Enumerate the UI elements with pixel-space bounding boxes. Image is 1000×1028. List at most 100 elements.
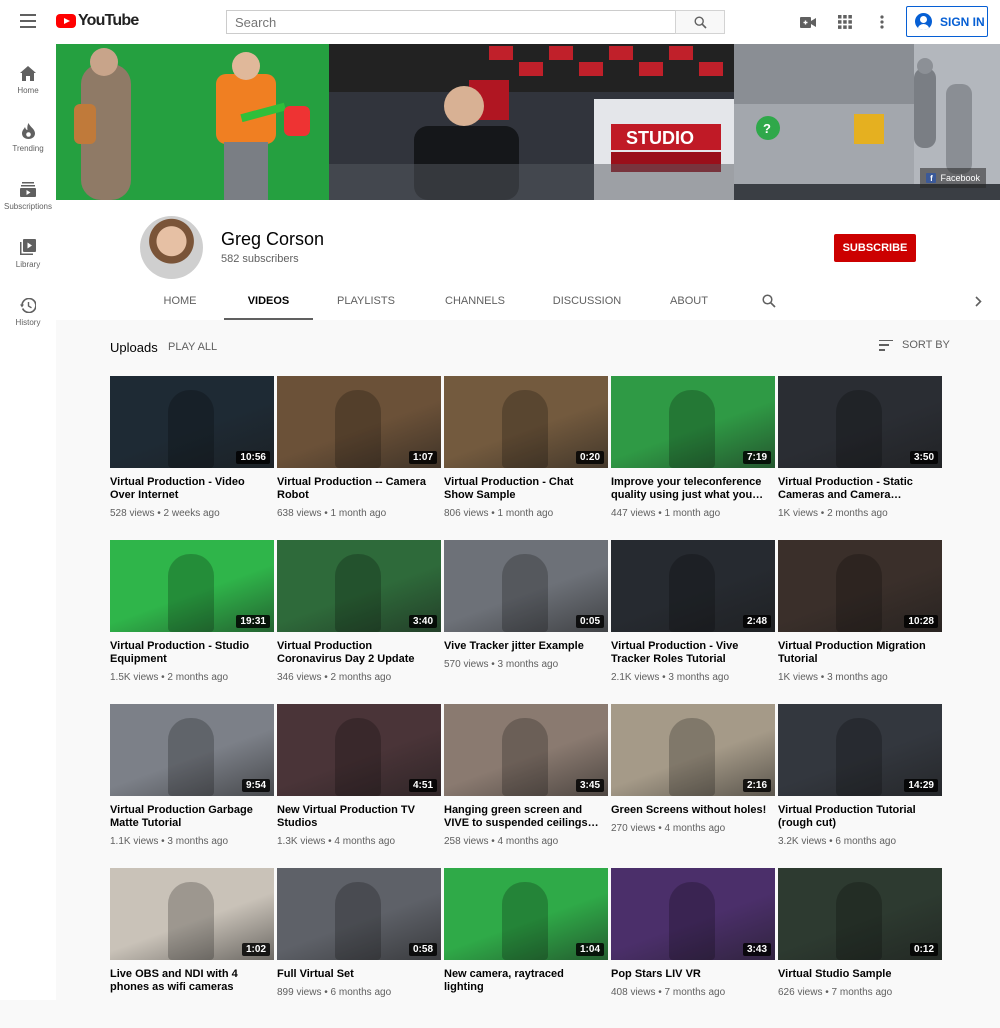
tab-videos[interactable]: VIDEOS <box>224 282 313 320</box>
video-card[interactable]: 9:54 Virtual Production Garbage Matte Tut… <box>110 704 274 864</box>
video-title[interactable]: Virtual Production Tutorial (rough cut) <box>778 804 938 830</box>
tab-about[interactable]: ABOUT <box>669 282 709 320</box>
video-title[interactable]: Virtual Production -- Camera Robot <box>277 476 437 502</box>
video-title[interactable]: Vive Tracker jitter Example <box>444 640 604 653</box>
tabs-scroll-right-button[interactable] <box>970 282 986 320</box>
sidebar-item-subscriptions[interactable]: Subscriptions <box>0 174 56 224</box>
video-card[interactable]: 0:05 Vive Tracker jitter Example 570 views… <box>444 540 608 700</box>
sidebar-item-library[interactable]: Library <box>0 232 56 282</box>
video-title[interactable]: Virtual Production - Chat Show Sample <box>444 476 604 502</box>
video-card[interactable]: 2:16 Green Screens without holes! 270 view… <box>611 704 775 864</box>
video-metadata: 626 views • 7 months ago <box>778 987 892 998</box>
video-card[interactable]: 0:12 Virtual Studio Sample 626 views • 7 m… <box>778 868 942 1028</box>
sidebar-item-home[interactable]: Home <box>0 58 56 108</box>
video-thumbnail[interactable]: 0:20 <box>444 376 608 468</box>
video-card[interactable]: 3:43 Pop Stars LIV VR 408 views • 7 months… <box>611 868 775 1028</box>
video-thumbnail[interactable]: 9:54 <box>110 704 274 796</box>
play-all-button[interactable]: PLAY ALL <box>168 341 217 353</box>
tab-home[interactable]: HOME <box>162 282 198 320</box>
video-thumbnail[interactable]: 3:40 <box>277 540 441 632</box>
video-title[interactable]: Hanging green screen and VIVE to suspend… <box>444 804 604 830</box>
channel-search-button[interactable] <box>759 282 779 320</box>
channel-avatar[interactable] <box>140 216 203 279</box>
search-button[interactable] <box>675 10 725 34</box>
video-card[interactable]: 1:04 New camera, raytraced lighting <box>444 868 608 1028</box>
video-card[interactable]: 19:31 Virtual Production - Studio Equipme… <box>110 540 274 700</box>
apps-button[interactable] <box>838 0 852 44</box>
video-card[interactable]: 2:48 Virtual Production - Vive Tracker Ro… <box>611 540 775 700</box>
video-title[interactable]: Virtual Production - Static Cameras and … <box>778 476 938 502</box>
video-thumbnail[interactable]: 2:16 <box>611 704 775 796</box>
video-duration: 4:51 <box>408 779 437 792</box>
sidebar-item-label: Home <box>17 86 39 95</box>
video-duration: 1:02 <box>241 943 270 956</box>
video-title[interactable]: Virtual Production Coronavirus Day 2 Upd… <box>277 640 437 666</box>
sort-by-button[interactable]: SORT BY <box>879 339 950 351</box>
video-thumbnail[interactable]: 1:04 <box>444 868 608 960</box>
video-thumbnail[interactable]: 4:51 <box>277 704 441 796</box>
video-title[interactable]: Virtual Studio Sample <box>778 968 938 981</box>
video-thumbnail[interactable]: 3:43 <box>611 868 775 960</box>
video-thumbnail[interactable]: 1:02 <box>110 868 274 960</box>
video-card[interactable]: 0:58 Full Virtual Set 899 views • 6 months… <box>277 868 441 1028</box>
video-thumbnail[interactable]: 10:56 <box>110 376 274 468</box>
video-title[interactable]: Live OBS and NDI with 4 phones as wifi c… <box>110 968 270 994</box>
view-count: 1.1K views <box>110 836 159 847</box>
tab-discussion[interactable]: DISCUSSION <box>553 282 621 320</box>
video-card[interactable]: 3:45 Hanging green screen and VIVE to sus… <box>444 704 608 864</box>
video-card[interactable]: 14:29 Virtual Production Tutorial (rough … <box>778 704 942 864</box>
search-input[interactable] <box>226 10 676 34</box>
video-thumbnail[interactable]: 1:07 <box>277 376 441 468</box>
video-card[interactable]: 10:28 Virtual Production Migration Tutori… <box>778 540 942 700</box>
video-title[interactable]: Virtual Production - Video Over Internet <box>110 476 270 502</box>
tab-playlists[interactable]: PLAYLISTS <box>336 282 396 320</box>
video-thumbnail[interactable]: 7:19 <box>611 376 775 468</box>
video-title[interactable]: Virtual Production - Vive Tracker Roles … <box>611 640 771 666</box>
settings-menu-button[interactable] <box>880 0 884 44</box>
meta-separator: • <box>321 672 331 683</box>
svg-text:?: ? <box>763 121 771 136</box>
video-thumbnail[interactable]: 3:45 <box>444 704 608 796</box>
thumbnail-figure <box>669 882 715 960</box>
video-card[interactable]: 1:07 Virtual Production -- Camera Robot 63… <box>277 376 441 536</box>
tab-channels[interactable]: CHANNELS <box>444 282 506 320</box>
view-count: 270 views <box>611 823 656 834</box>
video-title[interactable]: Pop Stars LIV VR <box>611 968 771 981</box>
video-title[interactable]: New camera, raytraced lighting <box>444 968 604 994</box>
video-card[interactable]: 7:19 Improve your teleconference quality … <box>611 376 775 536</box>
video-thumbnail[interactable]: 19:31 <box>110 540 274 632</box>
hamburger-menu-icon[interactable] <box>20 14 36 28</box>
sidebar-item-trending[interactable]: Trending <box>0 116 56 166</box>
video-title[interactable]: New Virtual Production TV Studios <box>277 804 437 830</box>
video-card[interactable]: 3:40 Virtual Production Coronavirus Day 2… <box>277 540 441 700</box>
sidebar-item-history[interactable]: History <box>0 290 56 340</box>
video-title[interactable]: Virtual Production Garbage Matte Tutoria… <box>110 804 270 830</box>
video-duration: 2:16 <box>742 779 771 792</box>
video-thumbnail[interactable]: 0:05 <box>444 540 608 632</box>
subscriptions-icon <box>19 180 37 198</box>
video-thumbnail[interactable]: 10:28 <box>778 540 942 632</box>
video-card[interactable]: 10:56 Virtual Production - Video Over Int… <box>110 376 274 536</box>
sign-in-button[interactable]: SIGN IN <box>906 6 988 37</box>
upload-age: 2 weeks ago <box>163 508 220 519</box>
video-card[interactable]: 1:02 Live OBS and NDI with 4 phones as wi… <box>110 868 274 1028</box>
video-thumbnail[interactable]: 3:50 <box>778 376 942 468</box>
video-thumbnail[interactable]: 14:29 <box>778 704 942 796</box>
facebook-link[interactable]: f Facebook <box>920 168 986 188</box>
view-count: 806 views <box>444 508 489 519</box>
video-title[interactable]: Virtual Production Migration Tutorial <box>778 640 938 666</box>
video-thumbnail[interactable]: 2:48 <box>611 540 775 632</box>
video-thumbnail[interactable]: 0:12 <box>778 868 942 960</box>
video-thumbnail[interactable]: 0:58 <box>277 868 441 960</box>
youtube-logo[interactable]: YouTube <box>56 12 139 30</box>
video-title[interactable]: Improve your teleconference quality usin… <box>611 476 771 502</box>
video-title[interactable]: Full Virtual Set <box>277 968 437 981</box>
subscribe-button[interactable]: SUBSCRIBE <box>834 234 916 262</box>
create-video-button[interactable] <box>800 0 817 44</box>
video-title[interactable]: Green Screens without holes! <box>611 804 771 817</box>
video-card[interactable]: 3:50 Virtual Production - Static Cameras … <box>778 376 942 536</box>
video-title[interactable]: Virtual Production - Studio Equipment <box>110 640 270 666</box>
upload-age: 3 months ago <box>167 836 229 847</box>
video-card[interactable]: 0:20 Virtual Production - Chat Show Sampl… <box>444 376 608 536</box>
video-card[interactable]: 4:51 New Virtual Production TV Studios 1.3… <box>277 704 441 864</box>
